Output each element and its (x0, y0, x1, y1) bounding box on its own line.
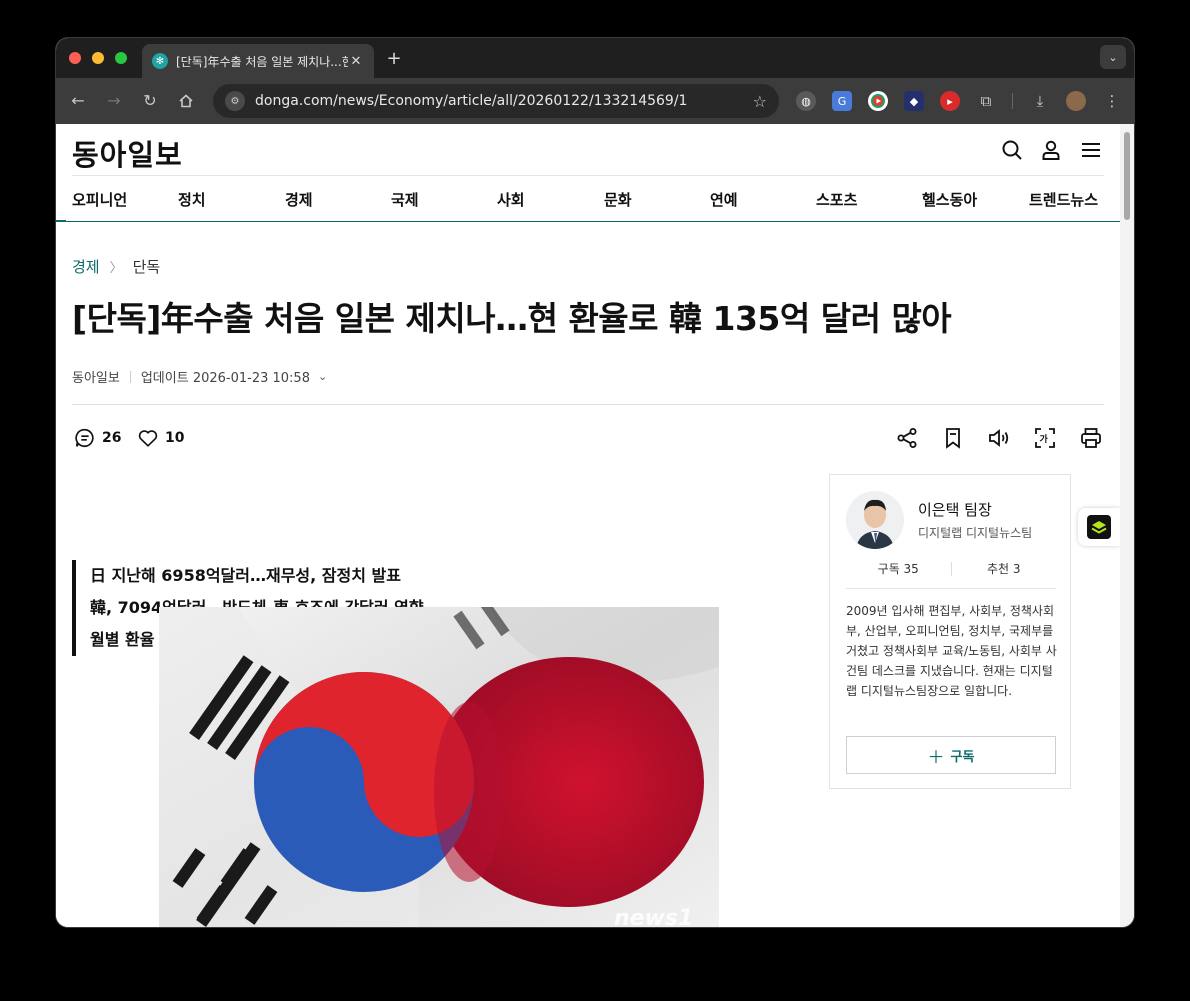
tab-bar: ✻ [단독]年수출 처음 일본 제치나...현 ✕ + ⌄ (56, 38, 1134, 78)
toolbar-divider (1012, 93, 1013, 109)
comment-icon (75, 428, 94, 448)
hamburger-menu-icon[interactable] (1079, 138, 1103, 162)
browser-window: ✻ [단독]年수출 처음 일본 제치나...현 ✕ + ⌄ ← → ↻ ⚙ do… (56, 38, 1134, 927)
nav-item-society[interactable]: 사회 (497, 189, 525, 210)
download-icon[interactable]: ⤓ (1030, 91, 1050, 111)
nav-item-culture[interactable]: 문화 (604, 189, 632, 210)
author-stats: 구독 35 추천 3 (846, 559, 1056, 589)
back-arrow-icon[interactable]: ← (68, 91, 88, 111)
author-team: 디지털랩 디지털뉴스팀 (918, 526, 1033, 540)
forward-arrow-icon[interactable]: → (104, 91, 124, 111)
nav-item-opinion[interactable]: 오피니언 (72, 189, 127, 210)
breadcrumb-subsection[interactable]: 단독 (133, 256, 161, 277)
author-subscriber-count: 구독 35 (877, 562, 919, 576)
nav-item-international[interactable]: 국제 (391, 189, 419, 210)
like-count: 10 (165, 430, 185, 446)
subscribe-label: 구독 (950, 749, 975, 765)
nav-item-sports[interactable]: 스포츠 (816, 189, 857, 210)
search-icon[interactable] (1000, 138, 1024, 162)
share-icon[interactable] (895, 426, 919, 450)
site-header: 동아일보 (72, 124, 1104, 176)
print-icon[interactable] (1079, 426, 1103, 450)
chevron-down-icon[interactable]: ⌄ (318, 370, 327, 383)
site-favicon-icon: ✻ (152, 53, 168, 69)
svg-text:가: 가 (1040, 433, 1049, 445)
font-size-icon[interactable]: 가 (1033, 426, 1057, 450)
bookmark-star-icon[interactable]: ☆ (753, 92, 767, 111)
news1-watermark: news1 (614, 906, 693, 927)
vertical-scrollbar[interactable] (1120, 124, 1134, 927)
globe-extension-icon[interactable]: ◍ (796, 91, 816, 111)
browser-tab[interactable]: ✻ [단독]年수출 처음 일본 제치나...현 ✕ (142, 44, 374, 78)
korea-japan-flags-image: news1 (159, 607, 719, 927)
author-recommend-count: 추천 3 (986, 562, 1021, 576)
tab-title: [단독]年수출 처음 일본 제치나...현 (176, 54, 348, 69)
profile-avatar[interactable] (1066, 91, 1086, 111)
site-info-icon[interactable]: ⚙ (225, 91, 245, 111)
chevron-right-icon: 〉 (109, 261, 123, 276)
url-text: donga.com/news/Economy/article/all/20260… (255, 93, 688, 109)
more-menu-icon[interactable]: ⋮ (1102, 91, 1122, 111)
nav-item-trend-news[interactable]: 트렌드뉴스 (1029, 189, 1098, 210)
tab-close-icon[interactable]: ✕ (348, 54, 364, 69)
article-updated: 업데이트 2026-01-23 10:58 (140, 371, 310, 386)
scrollbar-thumb[interactable] (1124, 132, 1130, 220)
nav-item-politics[interactable]: 정치 (178, 189, 206, 210)
puzzle-extensions-icon[interactable]: ⧉ (976, 91, 996, 111)
minimize-window-button[interactable] (92, 52, 104, 64)
translate-extension-icon[interactable]: G (832, 91, 852, 111)
comment-button[interactable]: 26 (74, 427, 121, 449)
zoom-window-button[interactable] (115, 52, 127, 64)
close-window-button[interactable] (69, 52, 81, 64)
code-extension-icon[interactable]: ◆ (904, 91, 924, 111)
article-photo[interactable]: news1 (159, 607, 719, 927)
bookmark-icon[interactable] (941, 426, 965, 450)
layers-icon (1087, 515, 1111, 539)
author-name[interactable]: 이은택 팀장 (918, 499, 992, 520)
author-avatar[interactable] (846, 491, 904, 549)
subscribe-button[interactable]: ＋ 구독 (846, 736, 1056, 774)
web-page: 동아일보 오피니언 정치 경제 국제 사회 문화 연예 스포츠 헬스동아 트렌드… (56, 124, 1120, 927)
article-byline: 동아일보 업데이트 2026-01-23 10:58 ⌄ (72, 367, 327, 386)
article-headline: [단독]年수출 처음 일본 제치나…현 환율로 韓 135억 달러 많아 (72, 299, 952, 338)
author-card: 이은택 팀장 디지털랩 디지털뉴스팀 구독 35 추천 3 2009년 입사해 … (829, 474, 1071, 789)
reload-icon[interactable]: ↻ (140, 91, 160, 111)
nav-item-entertainment[interactable]: 연예 (710, 189, 738, 210)
summary-line: 日 지난해 6958억달러…재무성, 잠정치 발표 (90, 566, 401, 585)
home-icon[interactable] (176, 91, 196, 111)
site-logo[interactable]: 동아일보 (72, 132, 183, 174)
comment-count: 26 (102, 430, 122, 446)
article-source: 동아일보 (72, 371, 120, 386)
nav-item-health[interactable]: 헬스동아 (922, 189, 977, 210)
divider (72, 404, 1104, 405)
heart-icon (138, 430, 158, 447)
floating-widget-button[interactable] (1078, 508, 1120, 546)
speaker-icon[interactable] (987, 426, 1011, 450)
breadcrumb: 경제 〉 단독 (72, 256, 160, 277)
plus-icon: ＋ (927, 747, 945, 768)
user-icon[interactable] (1039, 138, 1063, 162)
record-extension-icon[interactable]: ▸ (940, 91, 960, 111)
main-navigation: 오피니언 정치 경제 국제 사회 문화 연예 스포츠 헬스동아 트렌드뉴스 (56, 176, 1120, 222)
video-extension-icon[interactable] (868, 91, 888, 111)
nav-item-economy[interactable]: 경제 (285, 189, 313, 210)
address-bar[interactable]: ⚙ donga.com/news/Economy/article/all/202… (213, 84, 779, 118)
nav-active-indicator (56, 220, 66, 222)
byline-divider (129, 370, 131, 383)
browser-toolbar: ← → ↻ ⚙ donga.com/news/Economy/article/a… (56, 78, 1134, 124)
breadcrumb-section[interactable]: 경제 (72, 256, 100, 277)
tab-search-chevron-icon[interactable]: ⌄ (1100, 45, 1126, 69)
like-button[interactable]: 10 (137, 427, 184, 449)
author-bio: 2009년 입사해 편집부, 사회부, 정책사회부, 산업부, 오피니언팀, 정… (846, 604, 1057, 698)
new-tab-button[interactable]: + (384, 48, 404, 69)
